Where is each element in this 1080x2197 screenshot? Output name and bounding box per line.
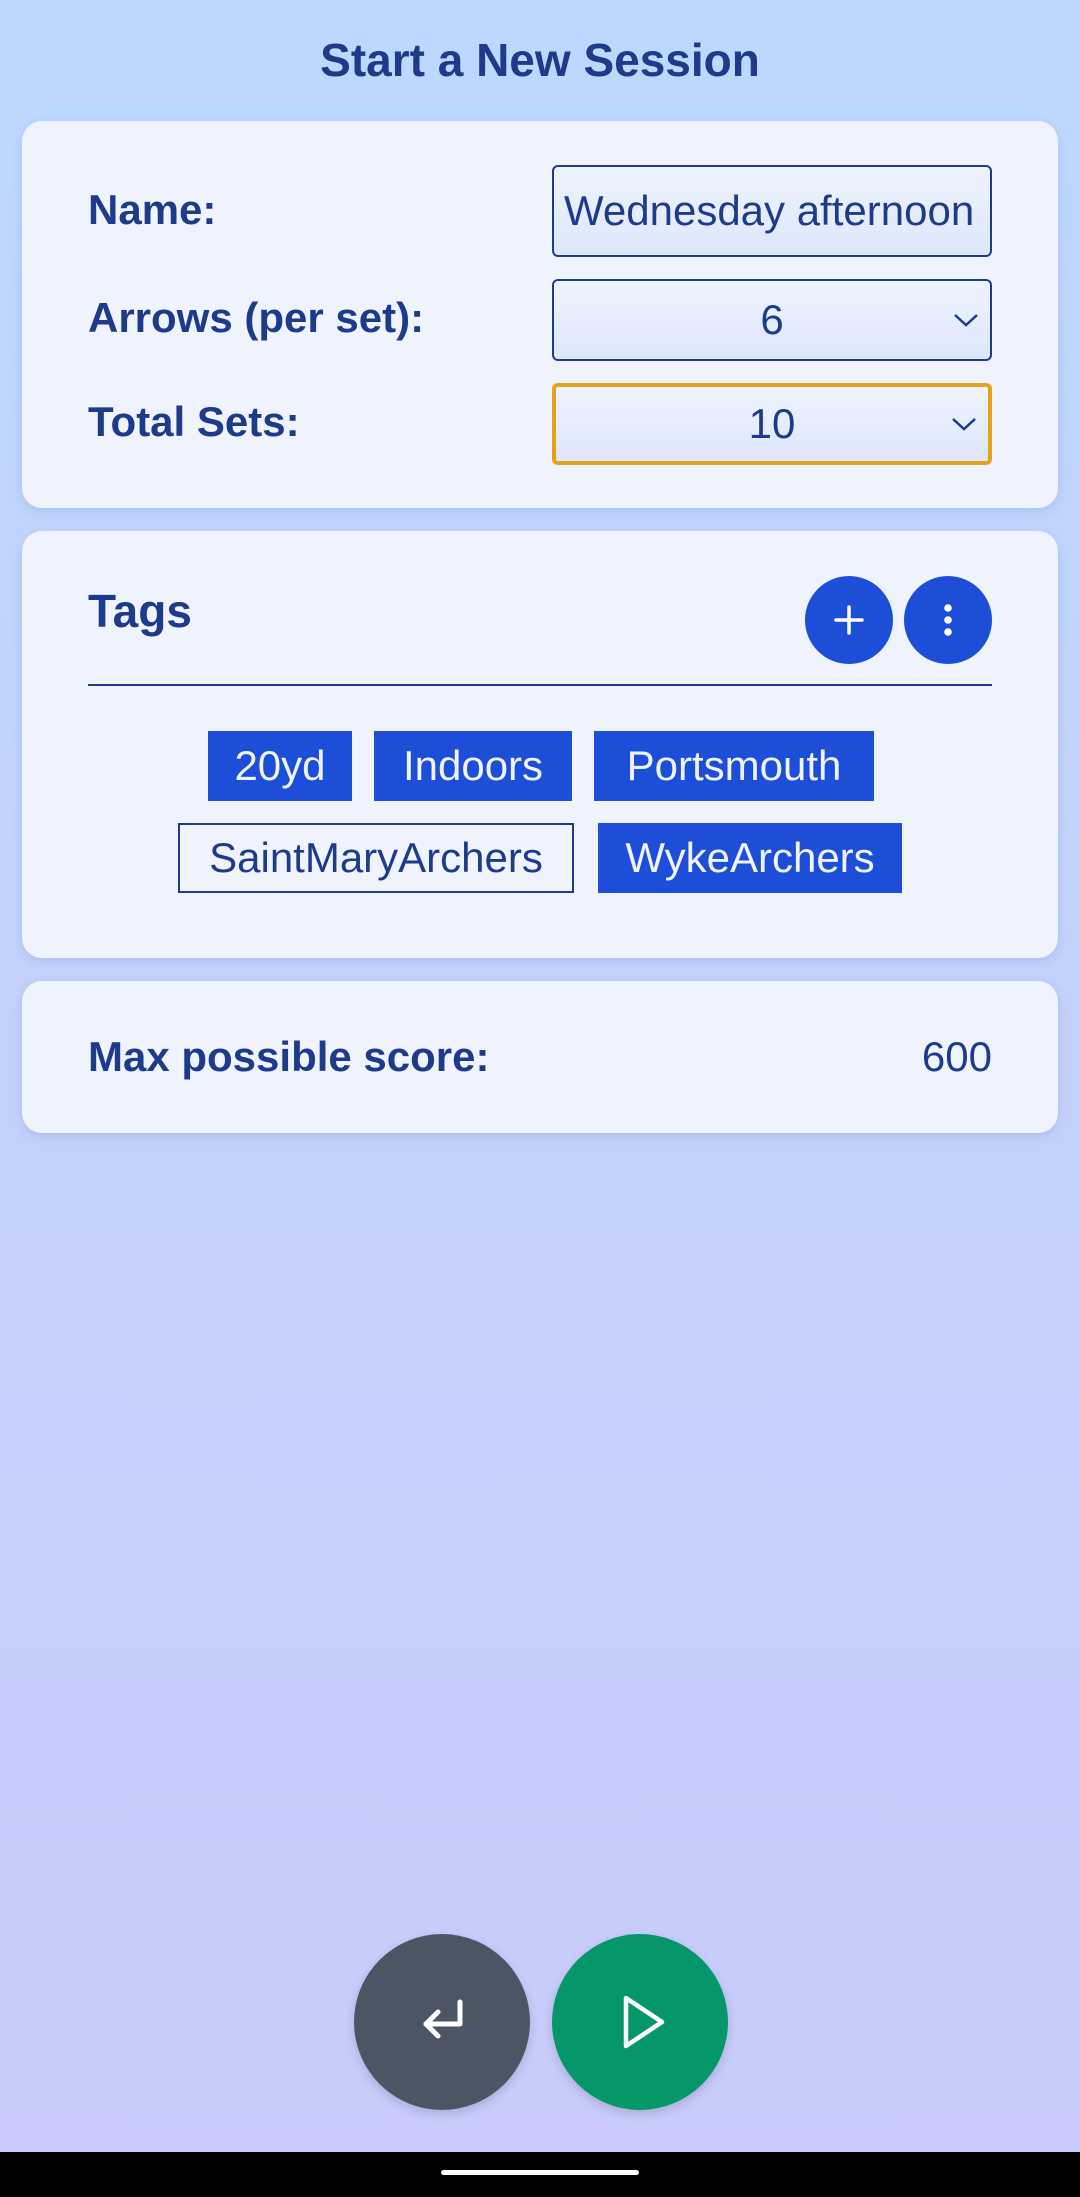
tags-card: Tags 20yd Indoors Portsmouth SaintMaryAr…: [22, 531, 1058, 958]
total-sets-select[interactable]: 10: [552, 383, 992, 465]
session-name-input[interactable]: [552, 165, 992, 257]
tag-chip[interactable]: Indoors: [374, 731, 572, 801]
arrows-per-set-value: 6: [760, 296, 784, 343]
back-button[interactable]: [354, 1934, 530, 2110]
tag-chip[interactable]: 20yd: [208, 731, 352, 801]
add-tag-button[interactable]: [805, 576, 893, 664]
chevron-down-icon: [954, 314, 978, 327]
max-score-card: Max possible score: 600: [22, 981, 1058, 1133]
max-score-label: Max possible score:: [88, 1033, 490, 1080]
play-icon: [623, 1995, 665, 2049]
tag-chip[interactable]: WykeArchers: [598, 823, 902, 893]
tag-chip[interactable]: Portsmouth: [594, 731, 874, 801]
total-sets-value: 10: [748, 400, 796, 447]
tags-more-options-button[interactable]: [904, 576, 992, 664]
page-title: Start a New Session: [320, 34, 760, 86]
return-arrow-icon: [423, 1999, 463, 2039]
chevron-down-icon: [952, 418, 976, 431]
session-settings-card: Name: Arrows (per set): 6 Total Sets: 10: [22, 121, 1058, 508]
tags-divider: [88, 684, 992, 686]
arrows-per-set-select[interactable]: 6: [552, 279, 992, 361]
max-score-value: 600: [921, 1033, 992, 1080]
home-gesture-handle[interactable]: [441, 2170, 639, 2175]
start-session-button[interactable]: [552, 1934, 728, 2110]
tags-title: Tags: [88, 585, 192, 637]
total-sets-label: Total Sets:: [88, 398, 300, 445]
arrows-label: Arrows (per set):: [88, 294, 425, 341]
system-navigation-bar: [0, 2152, 1080, 2197]
more-vertical-icon: [944, 604, 952, 636]
name-label: Name:: [88, 186, 217, 233]
plus-icon: [834, 605, 864, 635]
tag-chip[interactable]: SaintMaryArchers: [178, 823, 574, 893]
